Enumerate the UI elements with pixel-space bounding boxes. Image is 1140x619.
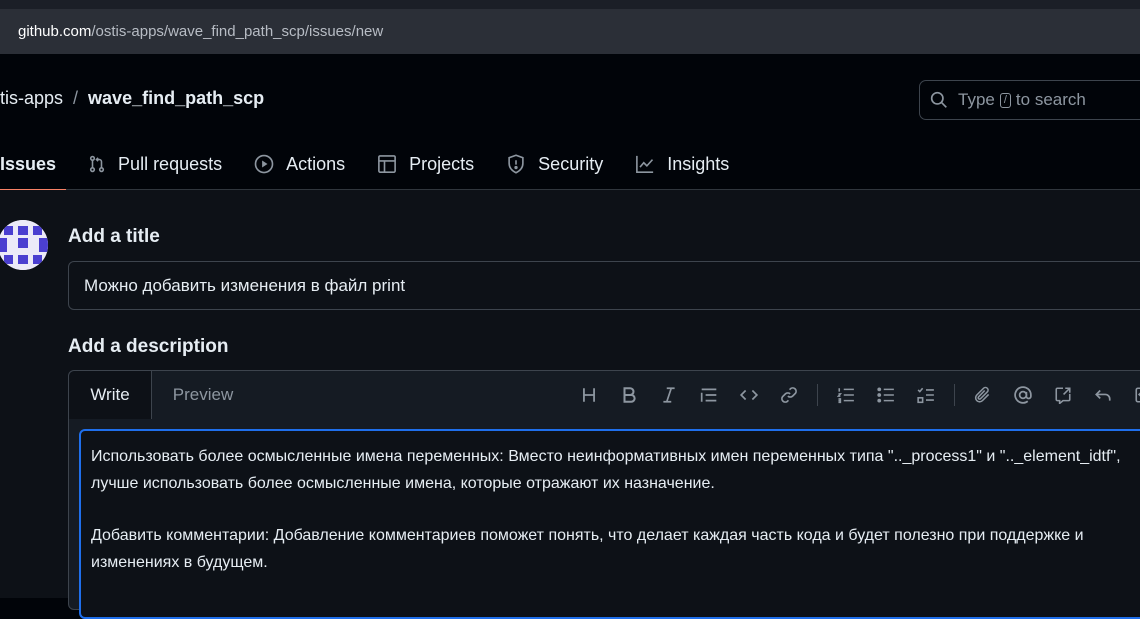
search-icon <box>930 91 947 108</box>
tab-projects-label: Projects <box>409 153 475 174</box>
description-paragraph: Добавить комментарии: Добавление коммент… <box>91 527 1084 571</box>
description-editor: Write Preview Использовать более осмысле… <box>68 370 1140 619</box>
code-icon[interactable] <box>729 371 769 419</box>
new-issue-form: Add a title Add a description Write Prev… <box>0 190 1140 619</box>
shield-icon <box>508 154 524 174</box>
search-placeholder-suffix: to search <box>1015 90 1086 109</box>
tab-pull-requests-label: Pull requests <box>118 153 223 174</box>
unordered-list-icon[interactable] <box>866 371 906 419</box>
browser-top-strip <box>0 0 1140 9</box>
description-paragraph: Использовать более осмысленные имена пер… <box>91 448 1121 492</box>
breadcrumb: tis-apps / wave_find_path_scp <box>0 88 264 109</box>
link-icon[interactable] <box>769 371 809 419</box>
saved-reply-icon[interactable] <box>1123 371 1140 419</box>
tab-pull-requests[interactable]: Pull requests <box>88 138 222 190</box>
search-input[interactable]: Type / to search <box>919 80 1140 120</box>
tab-actions-label: Actions <box>286 153 346 174</box>
tab-security-label: Security <box>538 153 604 174</box>
tab-security[interactable]: Security <box>506 138 603 190</box>
title-label: Add a title <box>68 226 160 247</box>
tab-issues-label: Issues <box>0 153 57 174</box>
toolbar-divider <box>954 384 955 406</box>
undo-icon[interactable] <box>1083 371 1123 419</box>
tab-insights[interactable]: Insights <box>635 138 729 190</box>
repo-nav: Issues Pull requests Actions Projects Se… <box>0 138 761 191</box>
breadcrumb-separator: / <box>73 88 79 108</box>
play-icon <box>254 154 274 174</box>
italic-icon[interactable] <box>649 371 689 419</box>
url-path: /ostis-apps/wave_find_path_scp/issues/ne… <box>91 23 384 40</box>
markdown-toolbar <box>569 371 1140 419</box>
tab-preview[interactable]: Preview <box>152 371 254 419</box>
tab-write[interactable]: Write <box>69 371 152 419</box>
tab-issues[interactable]: Issues <box>0 138 67 191</box>
address-bar[interactable]: github.com/ostis-apps/wave_find_path_scp… <box>0 9 1140 54</box>
table-icon <box>378 155 397 173</box>
repo-name-link[interactable]: wave_find_path_scp <box>88 88 264 109</box>
quote-icon[interactable] <box>689 371 729 419</box>
repo-header: tis-apps / wave_find_path_scp Type / to … <box>0 54 1140 191</box>
description-textarea[interactable]: Использовать более осмысленные имена пер… <box>79 429 1140 619</box>
url-host: github.com <box>18 23 92 40</box>
avatar[interactable] <box>0 220 48 270</box>
graph-icon <box>636 155 654 173</box>
bold-icon[interactable] <box>609 371 649 419</box>
search-placeholder-prefix: Type <box>958 90 995 109</box>
search-shortcut-key: / <box>999 92 1011 108</box>
toolbar-divider <box>817 384 818 406</box>
title-input[interactable] <box>68 261 1140 310</box>
pull-request-icon <box>89 155 105 173</box>
tab-actions[interactable]: Actions <box>254 138 345 190</box>
task-list-icon[interactable] <box>906 371 946 419</box>
tab-projects[interactable]: Projects <box>377 138 474 190</box>
editor-tabs: Write Preview <box>69 371 254 419</box>
heading-icon[interactable] <box>569 371 609 419</box>
description-label: Add a description <box>68 336 229 357</box>
reference-icon[interactable] <box>1043 371 1083 419</box>
attach-icon[interactable] <box>963 371 1003 419</box>
ordered-list-icon[interactable] <box>826 371 866 419</box>
repo-owner-link[interactable]: tis-apps <box>0 88 63 109</box>
tab-insights-label: Insights <box>667 153 730 174</box>
mention-icon[interactable] <box>1003 371 1043 419</box>
